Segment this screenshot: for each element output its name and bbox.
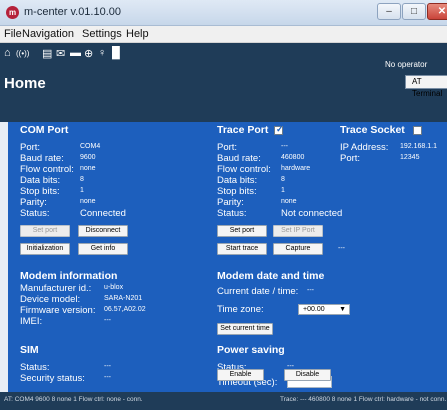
main-panel: COM Port Port: COM4 Baud rate: 9600 Flow… [8, 122, 447, 392]
firmware-label: Firmware version: [20, 305, 96, 316]
trace-port-title: Trace Port [217, 124, 269, 136]
imei-label: IMEI: [20, 316, 43, 327]
chevron-down-icon: ▼ [339, 306, 346, 313]
capture-status: --- [338, 245, 345, 252]
com-parity-value: none [80, 198, 96, 205]
timezone-label: Time zone: [217, 304, 264, 315]
socket-port-label: Port: [340, 153, 361, 164]
com-stop-label: Stop bits: [20, 186, 60, 197]
trace-flow-label: Flow control: [217, 164, 271, 175]
modem-info-title: Modem information [20, 270, 118, 282]
com-baud-value: 9600 [80, 154, 96, 161]
sim-security-value: --- [104, 374, 111, 381]
com-status-label: Status: [20, 208, 50, 219]
com-stop-value: 1 [80, 187, 84, 194]
current-time-label: Current date / time: [217, 286, 299, 297]
trace-flow-value: hardware [281, 165, 311, 172]
timezone-value: +00.00 [303, 306, 325, 313]
operator-label: No operator [385, 60, 428, 69]
trace-set-port-button[interactable]: Set port [217, 225, 267, 237]
title-bar: m m-center v.01.10.00 – □ ✕ [0, 0, 447, 26]
disconnect-button[interactable]: Disconnect [78, 225, 128, 237]
phonebook-icon[interactable]: ▤ [42, 47, 52, 60]
minimize-button[interactable]: – [377, 3, 401, 20]
manufacturer-label: Manufacturer id.: [20, 283, 92, 294]
enable-button[interactable]: Enable [217, 369, 264, 381]
com-status-value: Connected [80, 208, 126, 219]
com-flow-label: Flow control: [20, 164, 74, 175]
signal-icon[interactable]: ((•)) [16, 49, 29, 58]
set-current-time-button[interactable]: Set current time [217, 323, 273, 335]
set-ip-port-button[interactable]: Set IP Port [273, 225, 323, 237]
sim-status-label: Status: [20, 362, 50, 373]
trace-socket-checkbox[interactable] [413, 126, 422, 135]
socket-ip-value: 192.168.1.1 [400, 143, 437, 150]
menu-navigation[interactable]: Navigation [22, 28, 74, 40]
timezone-select[interactable]: +00.00 ▼ [298, 304, 350, 315]
model-value: SARA-N201 [104, 295, 143, 302]
model-label: Device model: [20, 294, 81, 305]
trace-data-label: Data bits: [217, 175, 258, 186]
trace-status-label: Status: [217, 208, 247, 219]
capture-button[interactable]: Capture [273, 243, 323, 255]
com-port-title: COM Port [20, 124, 69, 136]
sim-title: SIM [20, 344, 39, 356]
trace-port-label: Port: [217, 142, 238, 153]
trace-parity-value: none [281, 198, 297, 205]
sim-security-label: Security status: [20, 373, 85, 384]
app-icon: m [6, 6, 19, 19]
modem-time-title: Modem date and time [217, 270, 325, 282]
com-port-value: COM4 [80, 143, 101, 150]
com-flow-value: none [80, 165, 96, 172]
status-at-connection: AT: COM4 9600 8 none 1 Flow ctrl: none -… [4, 396, 143, 403]
menu-file[interactable]: File [4, 28, 22, 40]
current-time-value: --- [307, 287, 314, 294]
trace-data-value: 8 [281, 176, 285, 183]
com-data-value: 8 [80, 176, 84, 183]
com-set-port-button[interactable]: Set port [20, 225, 70, 237]
disable-button[interactable]: Disable [284, 369, 331, 381]
initialization-button[interactable]: Initialization [20, 243, 70, 255]
sim-status-value: --- [104, 363, 111, 370]
trace-baud-label: Baud rate: [217, 153, 261, 164]
menu-help[interactable]: Help [126, 28, 149, 40]
trace-parity-label: Parity: [217, 197, 244, 208]
get-info-button[interactable]: Get info [78, 243, 128, 255]
page-title: Home [4, 75, 46, 92]
trace-port-checkbox[interactable]: ✓ [274, 124, 284, 135]
trace-port-value: --- [281, 143, 288, 150]
mail-icon[interactable]: ✉ [56, 47, 65, 60]
trace-baud-value: 460800 [281, 154, 305, 161]
maximize-button[interactable]: □ [402, 3, 426, 20]
home-icon[interactable]: ⌂ [4, 47, 11, 59]
socket-port-value: 12345 [400, 154, 420, 161]
trace-stop-value: 1 [281, 187, 285, 194]
checkmark-icon: ✓ [276, 124, 284, 134]
menu-settings[interactable]: Settings [82, 28, 122, 40]
trace-stop-label: Stop bits: [217, 186, 257, 197]
com-parity-label: Parity: [20, 197, 47, 208]
at-terminal-button[interactable]: AT Terminal [405, 75, 447, 98]
network-icon[interactable]: ⊕ [84, 47, 93, 60]
com-data-label: Data bits: [20, 175, 61, 186]
trace-status-value: Not connected [281, 208, 343, 219]
manufacturer-value: u-blox [104, 284, 124, 291]
car-icon[interactable]: █ [112, 47, 120, 59]
folder-icon[interactable]: ▬ [70, 47, 81, 59]
menu-bar: File Navigation Settings Help [0, 26, 447, 43]
status-trace-connection: Trace: --- 460800 8 none 1 Flow ctrl: ha… [280, 396, 447, 403]
close-button[interactable]: ✕ [427, 3, 447, 20]
com-baud-label: Baud rate: [20, 153, 64, 164]
socket-ip-label: IP Address: [340, 142, 389, 153]
window-title: m-center v.01.10.00 [24, 6, 122, 18]
start-trace-button[interactable]: Start trace [217, 243, 267, 255]
imei-value: --- [104, 317, 111, 324]
firmware-value: 06.57,A02.02 [104, 306, 146, 313]
trace-socket-title: Trace Socket [340, 124, 405, 136]
header: ⌂ ((•)) ▤ ✉ ▬ ⊕ ♀ █ [0, 43, 447, 122]
gps-icon[interactable]: ♀ [98, 47, 106, 59]
com-port-label: Port: [20, 142, 41, 153]
status-bar: AT: COM4 9600 8 none 1 Flow ctrl: none -… [0, 392, 447, 410]
power-saving-title: Power saving [217, 344, 285, 356]
